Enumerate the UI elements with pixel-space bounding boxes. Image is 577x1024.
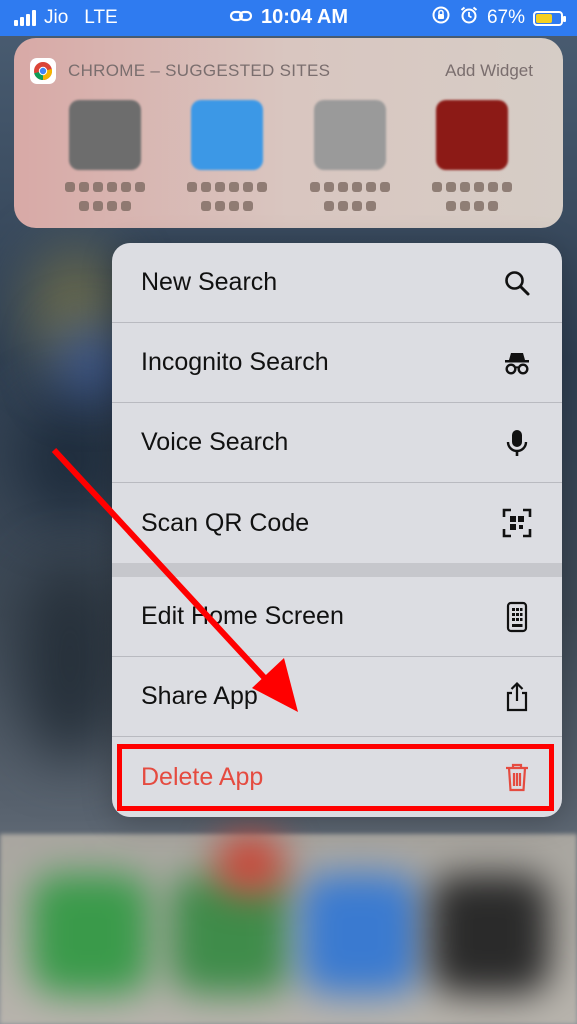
widget-title: CHROME – SUGGESTED SITES bbox=[68, 61, 331, 80]
menu-item-delete-app[interactable]: Delete App bbox=[112, 737, 562, 817]
app-context-menu: New Search Incognito Search Voice Search… bbox=[112, 243, 562, 817]
menu-item-edit-home-screen[interactable]: Edit Home Screen bbox=[112, 577, 562, 657]
battery-icon bbox=[533, 10, 566, 26]
dock bbox=[0, 834, 577, 1024]
menu-item-label: New Search bbox=[141, 268, 278, 296]
share-icon bbox=[502, 681, 532, 712]
site-favicon bbox=[435, 100, 508, 170]
trash-icon bbox=[502, 762, 532, 792]
menu-item-voice-search[interactable]: Voice Search bbox=[112, 403, 562, 483]
menu-item-label: Voice Search bbox=[141, 428, 289, 456]
menu-item-share-app[interactable]: Share App bbox=[112, 657, 562, 737]
site-favicon bbox=[69, 100, 142, 170]
search-icon bbox=[502, 268, 532, 298]
qr-scan-icon bbox=[502, 508, 532, 538]
status-bar: Jio LTE 10:04 AM 67% bbox=[0, 0, 577, 36]
menu-section-divider bbox=[112, 563, 562, 577]
site-favicon bbox=[191, 100, 264, 170]
menu-item-label: Delete App bbox=[141, 762, 264, 791]
site-label-blurred bbox=[427, 182, 517, 216]
suggested-site-tile[interactable] bbox=[172, 100, 282, 216]
microphone-icon bbox=[502, 428, 532, 458]
suggested-site-tile[interactable] bbox=[417, 100, 527, 216]
menu-item-label: Edit Home Screen bbox=[141, 602, 344, 630]
suggested-site-tiles bbox=[14, 90, 563, 216]
menu-item-label: Share App bbox=[141, 682, 258, 710]
site-label-blurred bbox=[305, 182, 395, 216]
add-widget-button[interactable]: Add Widget bbox=[445, 61, 533, 81]
chrome-logo-icon bbox=[30, 58, 56, 84]
site-favicon bbox=[313, 100, 386, 170]
status-time: 10:04 AM bbox=[0, 6, 577, 29]
incognito-icon bbox=[502, 348, 532, 378]
menu-item-label: Scan QR Code bbox=[141, 508, 310, 537]
suggested-site-tile[interactable] bbox=[295, 100, 405, 216]
time-label: 10:04 AM bbox=[260, 6, 349, 29]
menu-item-label: Incognito Search bbox=[141, 348, 329, 376]
chrome-suggested-sites-widget[interactable]: CHROME – SUGGESTED SITES Add Widget bbox=[14, 38, 563, 228]
site-label-blurred bbox=[60, 182, 150, 216]
menu-item-incognito-search[interactable]: Incognito Search bbox=[112, 323, 562, 403]
site-label-blurred bbox=[182, 182, 272, 216]
link-icon bbox=[229, 7, 253, 30]
menu-item-scan-qr-code[interactable]: Scan QR Code bbox=[112, 483, 562, 563]
phone-apps-icon bbox=[502, 601, 532, 632]
menu-item-new-search[interactable]: New Search bbox=[112, 243, 562, 323]
suggested-site-tile[interactable] bbox=[50, 100, 160, 216]
